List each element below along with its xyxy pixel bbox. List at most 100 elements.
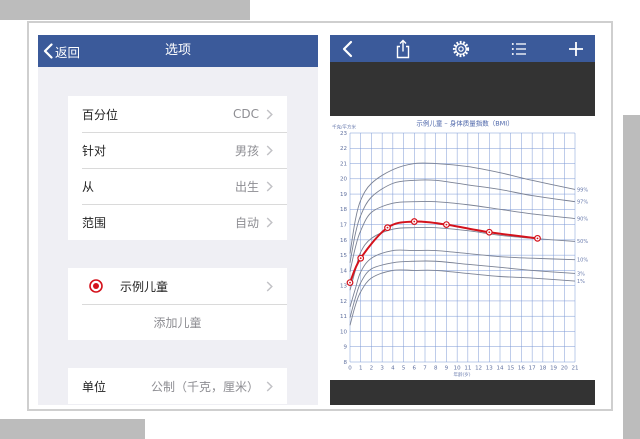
y-tick-label: 21 bbox=[340, 161, 347, 167]
setting-row-units[interactable]: 单位 公制（千克，厘米） bbox=[68, 368, 287, 404]
chart-title: 示例儿童 – 身体质量指数（BMI） bbox=[416, 119, 513, 128]
child-bmi-line bbox=[349, 220, 539, 284]
setting-value: 男孩 bbox=[234, 143, 259, 158]
child-bmi-point-center bbox=[413, 220, 416, 223]
x-tick-label: 11 bbox=[464, 366, 471, 372]
child-bmi-point-center bbox=[386, 226, 389, 229]
options-nav-bar: 返回 选项 bbox=[38, 35, 318, 67]
x-tick-label: 2 bbox=[370, 366, 374, 372]
percentile-label: 10% bbox=[577, 258, 588, 264]
back-button[interactable]: 返回 bbox=[42, 35, 80, 67]
x-tick-label: 10 bbox=[454, 366, 461, 372]
units-label: 单位 bbox=[82, 379, 107, 394]
y-tick-label: 23 bbox=[340, 131, 347, 137]
y-tick-label: 10 bbox=[340, 329, 347, 335]
y-tick-label: 20 bbox=[340, 177, 347, 183]
x-tick-label: 18 bbox=[539, 366, 546, 372]
chevron-right-icon bbox=[266, 216, 273, 228]
chart-grid bbox=[349, 132, 576, 363]
top-dark-band bbox=[330, 62, 595, 116]
x-tick-label: 5 bbox=[402, 366, 406, 372]
percentile-label: 3% bbox=[577, 271, 585, 277]
y-tick-label: 14 bbox=[340, 268, 347, 274]
chevron-right-icon bbox=[266, 108, 273, 120]
setting-value: 自动 bbox=[234, 215, 259, 230]
chevron-right-icon bbox=[266, 144, 273, 156]
x-tick-label: 16 bbox=[518, 366, 525, 372]
y-tick-label: 9 bbox=[344, 345, 348, 351]
percentile-label: 1% bbox=[577, 279, 585, 285]
add-child-label: 添加儿童 bbox=[153, 315, 202, 330]
add-child-button[interactable]: 添加儿童 bbox=[68, 304, 287, 340]
units-group: 单位 公制（千克，厘米） bbox=[68, 368, 287, 404]
radio-selected-icon bbox=[89, 279, 103, 293]
x-tick-label: 12 bbox=[475, 366, 482, 372]
decorative-bar-right bbox=[623, 115, 640, 439]
setting-label: 针对 bbox=[82, 143, 107, 158]
y-tick-label: 22 bbox=[340, 146, 347, 152]
list-icon[interactable] bbox=[509, 39, 529, 59]
x-tick-label: 15 bbox=[507, 366, 514, 372]
options-screen: 返回 选项 百分位 CDC 针对 男孩 从 出生 范围 自动 示例儿童 添加儿童… bbox=[38, 35, 318, 405]
child-row[interactable]: 示例儿童 bbox=[68, 268, 287, 304]
child-bmi-point-center bbox=[445, 223, 448, 226]
back-label: 返回 bbox=[55, 44, 81, 60]
chevron-right-icon bbox=[266, 180, 273, 192]
children-group: 示例儿童 添加儿童 bbox=[68, 268, 287, 340]
x-tick-label: 20 bbox=[561, 366, 568, 372]
bottom-dark-band bbox=[330, 380, 595, 405]
chevron-left-icon[interactable] bbox=[338, 39, 358, 59]
y-tick-label: 13 bbox=[340, 284, 347, 290]
y-tick-label: 12 bbox=[340, 299, 347, 305]
x-tick-label: 3 bbox=[380, 366, 384, 372]
y-tick-label: 19 bbox=[340, 192, 347, 198]
x-tick-label: 9 bbox=[445, 366, 449, 372]
setting-row-target[interactable]: 针对 男孩 bbox=[68, 132, 287, 168]
chart-toolbar bbox=[330, 35, 595, 62]
x-tick-label: 7 bbox=[423, 366, 427, 372]
chart-screen: 示例儿童 – 身体质量指数（BMI） 千克/平方米 年龄(岁) 8 9 10 11 12… bbox=[330, 35, 595, 405]
setting-row-range[interactable]: 范围 自动 bbox=[68, 204, 287, 240]
child-bmi-point-center bbox=[488, 231, 491, 234]
decorative-bar-bottom bbox=[0, 419, 145, 439]
percentile-curve-3 bbox=[349, 260, 576, 318]
y-tick-label: 17 bbox=[340, 223, 347, 229]
x-tick-label: 4 bbox=[391, 366, 395, 372]
child-bmi-point-center bbox=[536, 237, 539, 240]
setting-row-percentile[interactable]: 百分位 CDC bbox=[68, 96, 287, 132]
chart-tick-labels: 8910111213141516171819202122230 1 2 3 4 5 6 7 8 9… bbox=[340, 131, 588, 372]
setting-value: 出生 bbox=[234, 179, 259, 194]
chart-area: 示例儿童 – 身体质量指数（BMI） 千克/平方米 年龄(岁) 8 9 10 11 12… bbox=[330, 116, 595, 380]
page-title: 选项 bbox=[164, 43, 191, 58]
bmi-chart: 示例儿童 – 身体质量指数（BMI） 千克/平方米 年龄(岁) 89101112… bbox=[332, 119, 588, 379]
setting-label: 范围 bbox=[82, 215, 107, 230]
x-tick-label: 1 bbox=[359, 366, 363, 372]
units-value: 公制（千克，厘米） bbox=[150, 379, 259, 394]
settings-group: 百分位 CDC 针对 男孩 从 出生 范围 自动 bbox=[68, 96, 287, 240]
chevron-right-icon bbox=[266, 380, 273, 392]
setting-row-from[interactable]: 从 出生 bbox=[68, 168, 287, 204]
percentile-label: 97% bbox=[577, 200, 588, 206]
percentile-label: 99% bbox=[577, 187, 588, 193]
x-tick-label: 21 bbox=[572, 366, 579, 372]
gear-icon[interactable] bbox=[451, 39, 471, 59]
percentile-curve-90 bbox=[349, 200, 576, 273]
percentile-label: 50% bbox=[577, 239, 588, 245]
setting-value: CDC bbox=[233, 107, 259, 121]
setting-label: 从 bbox=[82, 179, 95, 194]
plus-icon[interactable] bbox=[566, 39, 586, 59]
x-tick-label: 13 bbox=[486, 366, 493, 372]
y-tick-label: 11 bbox=[340, 314, 347, 320]
percentile-label: 90% bbox=[577, 216, 588, 222]
y-tick-label: 16 bbox=[340, 238, 347, 244]
decorative-bar-top bbox=[0, 0, 250, 20]
x-tick-label: 14 bbox=[497, 366, 504, 372]
share-icon[interactable] bbox=[393, 39, 413, 59]
y-tick-label: 8 bbox=[344, 360, 348, 366]
x-tick-label: 17 bbox=[529, 366, 536, 372]
chevron-left-icon bbox=[43, 43, 53, 59]
y-tick-label: 18 bbox=[340, 207, 347, 213]
percentile-curve-1 bbox=[349, 269, 576, 326]
x-tick-label: 8 bbox=[434, 366, 438, 372]
y-axis-label: 千克/平方米 bbox=[332, 124, 357, 131]
